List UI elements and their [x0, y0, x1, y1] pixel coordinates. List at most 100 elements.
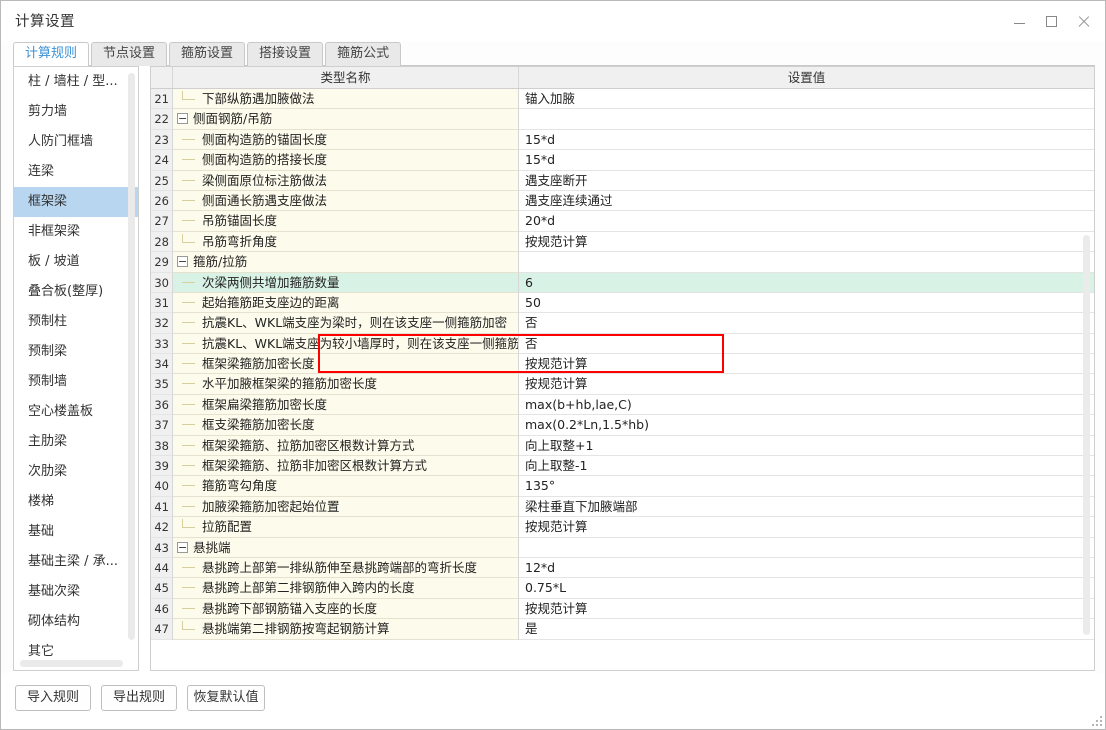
sidebar-item-9[interactable]: 预制梁 [14, 337, 138, 367]
table-row[interactable]: 39 框架梁箍筋、拉筋非加密区根数计算方式 向上取整-1 [151, 456, 1094, 477]
sidebar-item-12[interactable]: 主肋梁 [14, 427, 138, 457]
row-type-name-cell[interactable]: 箍筋弯勾角度 [173, 476, 519, 497]
table-row[interactable]: 40 箍筋弯勾角度 135° [151, 476, 1094, 497]
row-type-name-cell[interactable]: 加腋梁箍筋加密起始位置 [173, 496, 519, 518]
row-type-name-cell[interactable]: 框架扁梁箍筋加密长度 [173, 394, 519, 416]
row-setting-value-cell[interactable]: 按规范计算 [519, 231, 1094, 253]
table-row[interactable]: 25 梁侧面原位标注筋做法 遇支座断开 [151, 170, 1094, 191]
row-type-name-cell[interactable]: 侧面通长筋遇支座做法 [173, 190, 519, 212]
row-setting-value-cell[interactable] [519, 109, 1094, 130]
footer-button-2[interactable]: 恢复默认值 [187, 685, 265, 711]
table-row[interactable]: 32 抗震KL、WKL端支座为梁时，则在该支座一侧箍筋加密否 [151, 313, 1094, 334]
close-button[interactable] [1067, 6, 1099, 36]
table-row[interactable]: 46 悬挑跨下部钢筋锚入支座的长度 按规范计算 [151, 598, 1094, 620]
row-setting-value-cell[interactable]: 梁柱垂直下加腋端部 [519, 496, 1094, 518]
sidebar-vertical-scrollbar[interactable] [128, 73, 135, 640]
row-setting-value-cell[interactable]: 向上取整-1 [519, 456, 1094, 477]
row-type-name-cell[interactable]: 梁侧面原位标注筋做法 [173, 170, 519, 191]
maximize-button[interactable] [1035, 6, 1067, 36]
sidebar-item-13[interactable]: 次肋梁 [14, 457, 138, 487]
collapse-toggle-icon[interactable]: − [177, 113, 188, 125]
row-type-name-cell[interactable]: 框支梁箍筋加密长度 [173, 415, 519, 436]
table-row[interactable]: 26 侧面通长筋遇支座做法 遇支座连续通过 [151, 190, 1094, 212]
row-setting-value-cell[interactable]: 否 [519, 333, 1094, 355]
sidebar-item-10[interactable]: 预制墙 [14, 367, 138, 397]
tab-1[interactable]: 节点设置 [91, 42, 168, 66]
collapse-toggle-icon[interactable]: − [177, 541, 188, 553]
tab-4[interactable]: 箍筋公式 [325, 42, 402, 66]
table-row[interactable]: 33 抗震KL、WKL端支座为较小墙厚时，则在该支座一侧箍筋... 否 [151, 333, 1094, 355]
table-row[interactable]: 27 吊筋锚固长度 20*d [151, 211, 1094, 232]
grid-header-type-name[interactable]: 类型名称 [173, 67, 519, 88]
table-row[interactable]: 37 框支梁箍筋加密长度 max(0.2*Ln,1.5*hb) [151, 415, 1094, 436]
row-type-name-cell[interactable]: − 侧面钢筋/吊筋 [173, 109, 519, 130]
row-type-name-cell[interactable]: 框架梁箍筋、拉筋加密区根数计算方式 [173, 435, 519, 457]
table-row[interactable]: 28 吊筋弯折角度 按规范计算 [151, 231, 1094, 253]
sidebar-item-18[interactable]: 砌体结构 [14, 607, 138, 637]
row-setting-value-cell[interactable]: 50 [519, 292, 1094, 314]
row-setting-value-cell[interactable]: 遇支座断开 [519, 170, 1094, 191]
collapse-toggle-icon[interactable]: − [177, 256, 188, 268]
row-type-name-cell[interactable]: 悬挑端第二排钢筋按弯起钢筋计算 [173, 619, 519, 640]
table-row[interactable]: 29− 箍筋/拉筋 [151, 252, 1094, 273]
table-row[interactable]: 21 下部纵筋遇加腋做法 锚入加腋 [151, 89, 1094, 110]
row-type-name-cell[interactable]: 悬挑跨下部钢筋锚入支座的长度 [173, 598, 519, 620]
sidebar-item-1[interactable]: 剪力墙 [14, 97, 138, 127]
row-setting-value-cell[interactable]: 按规范计算 [519, 517, 1094, 538]
footer-button-0[interactable]: 导入规则 [15, 685, 91, 711]
row-type-name-cell[interactable]: 框架梁箍筋加密长度 [173, 354, 519, 375]
row-type-name-cell[interactable]: − 悬挑端 [173, 537, 519, 558]
grid-vertical-scrollbar[interactable] [1083, 235, 1090, 635]
sidebar-item-5[interactable]: 非框架梁 [14, 217, 138, 247]
table-row[interactable]: 30 次梁两侧共增加箍筋数量 6 [151, 272, 1094, 293]
table-row[interactable]: 38 框架梁箍筋、拉筋加密区根数计算方式 向上取整+1 [151, 435, 1094, 457]
row-setting-value-cell[interactable]: 按规范计算 [519, 598, 1094, 620]
row-setting-value-cell[interactable]: 否 [519, 313, 1094, 334]
row-setting-value-cell[interactable]: 6 [519, 272, 1094, 293]
row-setting-value-cell[interactable]: 15*d [519, 129, 1094, 151]
row-type-name-cell[interactable]: 侧面构造筋的搭接长度 [173, 150, 519, 171]
sidebar-horizontal-scrollbar[interactable] [20, 660, 123, 667]
row-type-name-cell[interactable]: 吊筋锚固长度 [173, 211, 519, 232]
row-setting-value-cell[interactable] [519, 537, 1094, 558]
row-type-name-cell[interactable]: 悬挑跨上部第二排钢筋伸入跨内的长度 [173, 578, 519, 599]
row-setting-value-cell[interactable]: 12*d [519, 557, 1094, 579]
sidebar-item-6[interactable]: 板 / 坡道 [14, 247, 138, 277]
row-setting-value-cell[interactable]: 0.75*L [519, 578, 1094, 599]
row-type-name-cell[interactable]: 下部纵筋遇加腋做法 [173, 89, 519, 110]
sidebar-item-16[interactable]: 基础主梁 / 承... [14, 547, 138, 577]
sidebar-item-0[interactable]: 柱 / 墙柱 / 型... [14, 67, 138, 97]
resize-grip-icon[interactable] [1090, 714, 1102, 726]
component-type-sidebar[interactable]: 柱 / 墙柱 / 型... 剪力墙 人防门框墙 连梁 框架梁 非框架梁板 / 坡道 叠合板(… [13, 66, 139, 671]
table-row[interactable]: 42 拉筋配置 按规范计算 [151, 517, 1094, 538]
footer-button-1[interactable]: 导出规则 [101, 685, 177, 711]
row-type-name-cell[interactable]: 抗震KL、WKL端支座为梁时，则在该支座一侧箍筋加密 [173, 313, 519, 334]
tab-0[interactable]: 计算规则 [13, 42, 90, 67]
minimize-button[interactable] [1003, 6, 1035, 36]
table-row[interactable]: 45 悬挑跨上部第二排钢筋伸入跨内的长度 0.75*L [151, 578, 1094, 599]
row-type-name-cell[interactable]: 侧面构造筋的锚固长度 [173, 129, 519, 151]
table-row[interactable]: 44 悬挑跨上部第一排纵筋伸至悬挑跨端部的弯折长度 12*d [151, 557, 1094, 579]
row-type-name-cell[interactable]: 吊筋弯折角度 [173, 231, 519, 253]
table-row[interactable]: 47 悬挑端第二排钢筋按弯起钢筋计算 是 [151, 619, 1094, 640]
row-type-name-cell[interactable]: 框架梁箍筋、拉筋非加密区根数计算方式 [173, 456, 519, 477]
grid-header-setting-value[interactable]: 设置值 [519, 67, 1094, 88]
row-setting-value-cell[interactable]: 向上取整+1 [519, 435, 1094, 457]
sidebar-item-11[interactable]: 空心楼盖板 [14, 397, 138, 427]
table-row[interactable]: 34 框架梁箍筋加密长度 按规范计算 [151, 354, 1094, 375]
table-row[interactable]: 43− 悬挑端 [151, 537, 1094, 558]
sidebar-item-17[interactable]: 基础次梁 [14, 577, 138, 607]
row-setting-value-cell[interactable]: max(b+hb,lae,C) [519, 394, 1094, 416]
sidebar-item-4[interactable]: 框架梁 [14, 187, 138, 217]
sidebar-item-2[interactable]: 人防门框墙 [14, 127, 138, 157]
row-setting-value-cell[interactable]: 锚入加腋 [519, 89, 1094, 110]
table-row[interactable]: 23 侧面构造筋的锚固长度 15*d [151, 129, 1094, 151]
sidebar-item-3[interactable]: 连梁 [14, 157, 138, 187]
row-type-name-cell[interactable]: 悬挑跨上部第一排纵筋伸至悬挑跨端部的弯折长度 [173, 557, 519, 579]
table-row[interactable]: 36 框架扁梁箍筋加密长度 max(b+hb,lae,C) [151, 394, 1094, 416]
table-row[interactable]: 31 起始箍筋距支座边的距离 50 [151, 292, 1094, 314]
row-setting-value-cell[interactable]: 15*d [519, 150, 1094, 171]
table-row[interactable]: 41 加腋梁箍筋加密起始位置 梁柱垂直下加腋端部 [151, 496, 1094, 518]
row-setting-value-cell[interactable]: 135° [519, 476, 1094, 497]
sidebar-item-8[interactable]: 预制柱 [14, 307, 138, 337]
